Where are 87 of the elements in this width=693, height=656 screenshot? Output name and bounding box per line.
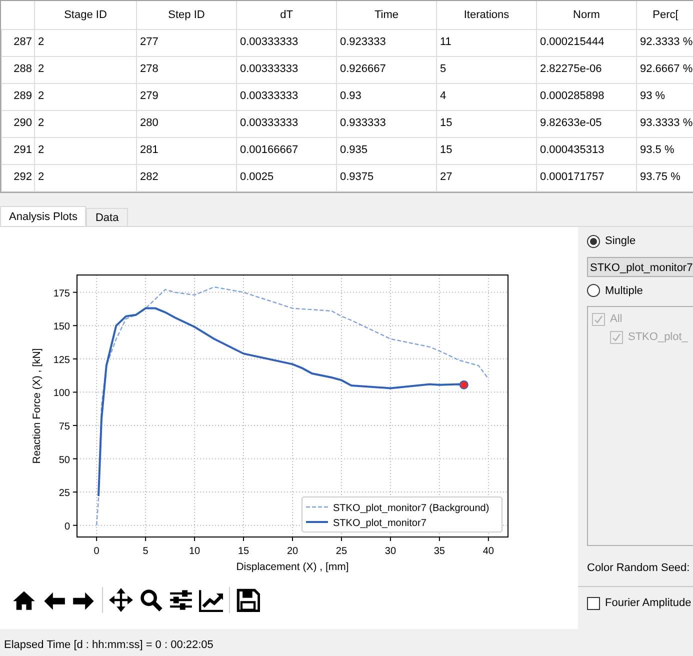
table-cell: 2 [34,29,136,56]
x-tick-label: 40 [482,546,494,557]
x-tick-label: 20 [286,546,298,557]
y-tick-label: 150 [53,322,70,333]
status-text: Elapsed Time [d : hh:mm:ss] = 0 : 00:22:05 [4,639,214,651]
table-cell: 0.00333333 [236,29,336,56]
table-cell: 9.82633e-05 [536,110,636,137]
sliders-icon[interactable] [169,588,193,612]
table-cell: 280 [136,110,236,137]
table-cell: 15 [436,110,536,137]
table-cell: 0.933333 [336,110,436,137]
table-cell: 0.0025 [236,164,336,191]
row-number: 287 [2,29,34,56]
table-cell: 2 [34,56,136,83]
y-tick-label: 125 [53,354,70,366]
table-cell: 0.00166667 [236,137,336,164]
table-cell: 15 [436,137,536,164]
y-tick-label: 0 [64,521,70,532]
table-cell: 0.000215444 [536,29,636,56]
table-cell: 0.00333333 [236,110,336,137]
legend-label: STKO_plot_monitor7 (Background) [333,503,490,514]
checkbox[interactable] [587,596,600,610]
row-number: 292 [2,164,34,191]
search-icon[interactable] [139,588,163,612]
table-cell: 0.00333333 [236,56,336,83]
table-cell: 0.93 [336,83,436,110]
y-tick-label: 50 [58,454,70,466]
table-cell: 0.000435313 [536,137,636,164]
column-header[interactable]: Norm [536,1,636,29]
end-point-marker [459,380,468,390]
radio-option[interactable]: Single [587,233,693,250]
table-cell: 282 [136,164,236,191]
x-tick-label: 25 [336,546,348,557]
tab[interactable]: Data [86,208,128,226]
table-cell: 0.9375 [336,164,436,191]
row-number: 288 [2,56,34,83]
column-header[interactable]: Perc[ [636,1,693,29]
table-cell: 278 [136,56,236,83]
table-cell: 5 [436,56,536,83]
table-cell: 4 [436,83,536,110]
table-cell: 2.82275e-06 [536,56,636,83]
x-tick-label: 35 [434,546,445,557]
y-tick-label: 75 [58,421,70,432]
table-cell: 2 [34,164,136,191]
y-tick-label: 100 [53,388,70,400]
x-tick-label: 15 [238,546,250,557]
table-cell: 11 [436,29,536,56]
move-icon[interactable] [109,588,133,612]
table-cell: 0.926667 [336,56,436,83]
table-cell: 277 [136,29,236,56]
checkbox[interactable] [610,330,623,344]
radio-option[interactable]: Multiple [587,282,693,299]
x-axis-label: Displacement (X) , [mm] [236,561,349,573]
row-number: 290 [2,110,34,137]
table-cell: 2 [34,83,136,110]
row-number: 289 [2,83,34,110]
checkbox-option[interactable]: Fourier Amplitude [587,595,693,612]
column-header[interactable]: dT [236,1,336,29]
table-cell: 2 [34,110,136,137]
x-tick-label: 5 [142,546,148,557]
column-header[interactable]: Iterations [436,1,536,29]
table-cell: 0.923333 [336,29,436,56]
x-tick-label: 10 [188,546,200,557]
y-tick-label: 25 [58,488,70,500]
x-tick-label: 0 [94,546,100,557]
line-chart-icon[interactable] [199,588,223,612]
legend-label: STKO_plot_monitor7 [333,518,427,529]
table-cell: 2 [34,137,136,164]
field-label: Color Random Seed: [587,560,690,576]
table-cell: 0.00333333 [236,83,336,110]
column-header[interactable]: Time [336,1,436,29]
table-cell: 27 [436,164,536,191]
x-tick-label: 30 [384,546,396,557]
table-cell: 0.000285898 [536,83,636,110]
dropdown[interactable]: STKO_plot_monitor7 [587,256,693,276]
column-header[interactable]: Stage ID [34,1,136,29]
table-cell: 279 [136,83,236,110]
table-cell: 0.000171757 [536,164,636,191]
save-icon[interactable] [236,588,260,612]
tab[interactable]: Analysis Plots [0,206,86,226]
table-cell: 281 [136,137,236,164]
y-tick-label: 175 [53,288,70,300]
table-cell: 0.935 [336,137,436,164]
column-header[interactable]: Step ID [136,1,236,29]
row-number: 291 [2,137,34,164]
y-axis-label: Reaction Force (X) , [kN] [31,348,43,464]
checkbox[interactable] [592,312,605,326]
